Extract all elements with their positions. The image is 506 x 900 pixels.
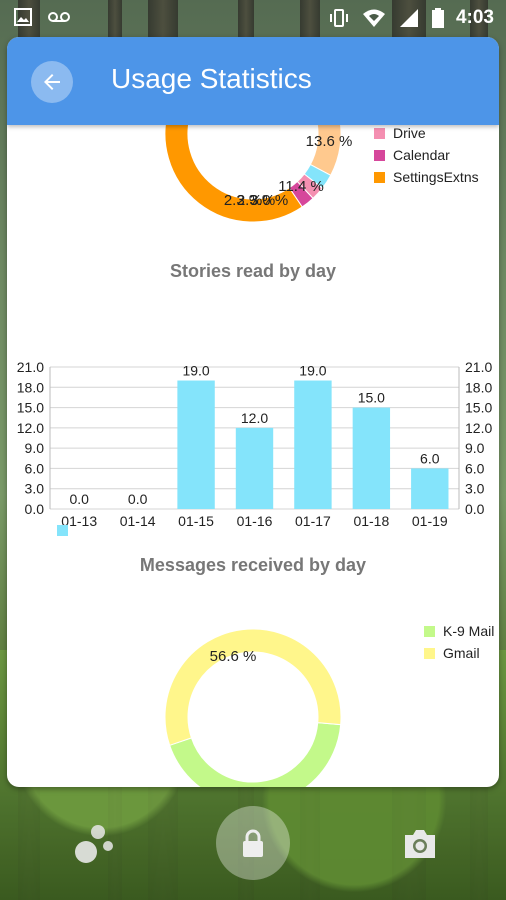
- stories-chart-title: Stories read by day: [169, 261, 337, 281]
- y-tick-label-right: 6.0: [465, 460, 485, 476]
- bar-value-label: 15.0: [358, 390, 385, 406]
- slice-label: 13.6 %: [306, 133, 353, 150]
- bar-value-label: 12.0: [241, 410, 268, 426]
- y-tick-label-right: 12.0: [465, 420, 492, 436]
- y-tick-label-right: 15.0: [465, 400, 492, 416]
- bar-value-label: 0.0: [69, 491, 89, 507]
- legend-item: Calendar: [374, 144, 479, 166]
- y-tick-label: 0.0: [25, 501, 45, 517]
- donut-slice: [164, 628, 342, 746]
- bubbles-icon[interactable]: [72, 822, 116, 864]
- legend-item: Drive: [374, 125, 479, 144]
- legend-swatch: [57, 525, 68, 536]
- y-tick-label-right: 0.0: [465, 501, 485, 517]
- slice-label: 3.0 %: [250, 192, 288, 209]
- y-tick-label: 3.0: [25, 481, 45, 497]
- camera-icon[interactable]: [402, 828, 438, 860]
- voicemail-icon: [48, 12, 70, 22]
- stories-bar-chart: 0.0 0.0 3.0 3.0 6.0 6.0 9.0 9.0 12.0 12.0 15.0 15.0…: [17, 361, 492, 536]
- bar: [352, 407, 391, 509]
- battery-icon: [431, 8, 444, 28]
- image-icon: [14, 8, 32, 26]
- bar-value-label: 19.0: [299, 363, 326, 379]
- page-title: Usage Statistics: [111, 63, 312, 94]
- y-tick-label: 15.0: [17, 400, 44, 416]
- x-tick-label: 01-17: [295, 513, 331, 529]
- clock: 4:03: [455, 7, 494, 28]
- y-tick-label-right: 18.0: [465, 379, 492, 395]
- status-bar: 4:03: [0, 0, 506, 36]
- x-tick-label: 01-16: [237, 513, 273, 529]
- donut-slice: [169, 722, 342, 787]
- y-tick-label: 21.0: [17, 361, 44, 375]
- apps-legend: Drive Calendar SettingsExtns: [374, 125, 479, 188]
- back-button[interactable]: [31, 61, 73, 103]
- legend-item: SettingsExtns: [374, 166, 479, 188]
- messages-chart-title: Messages received by day: [139, 555, 367, 575]
- y-tick-label-right: 9.0: [465, 440, 485, 456]
- usage-card: Usage Statistics 13.6 % 11.4 % 2.3 % 2.3 % 3…: [7, 37, 499, 787]
- bar: [177, 380, 215, 509]
- mail-donut-chart: 43.4 %56.6 %: [164, 628, 342, 787]
- bar: [294, 380, 332, 509]
- x-tick-label: 01-19: [412, 513, 448, 529]
- lock-icon: [243, 829, 263, 857]
- slice-label: 56.6 %: [210, 648, 257, 665]
- y-tick-label: 6.0: [25, 460, 45, 476]
- lockscreen-dock: [0, 800, 506, 900]
- x-tick-label: 01-14: [120, 513, 156, 529]
- y-tick-label-right: 21.0: [465, 361, 492, 375]
- y-tick-label: 9.0: [25, 440, 45, 456]
- x-tick-label: 01-15: [178, 513, 214, 529]
- wifi-icon: [362, 9, 385, 27]
- signal-icon: [399, 9, 418, 27]
- vibrate-icon: [329, 9, 348, 27]
- stats-scroll[interactable]: 13.6 % 11.4 % 2.3 % 2.3 % 3.0 % Drive Calend…: [7, 125, 499, 787]
- y-tick-label: 18.0: [17, 379, 44, 395]
- bar: [235, 427, 274, 509]
- app-bar: Usage Statistics: [7, 37, 499, 125]
- unlock-button[interactable]: [216, 806, 290, 880]
- bar-value-label: 19.0: [182, 363, 209, 379]
- y-tick-label: 12.0: [17, 420, 44, 436]
- bar-value-label: 6.0: [420, 450, 440, 466]
- x-tick-label: 01-18: [353, 513, 389, 529]
- arrow-back-icon: [44, 74, 60, 90]
- bar: [411, 468, 449, 509]
- y-tick-label-right: 3.0: [465, 481, 485, 497]
- bar-value-label: 0.0: [128, 491, 148, 507]
